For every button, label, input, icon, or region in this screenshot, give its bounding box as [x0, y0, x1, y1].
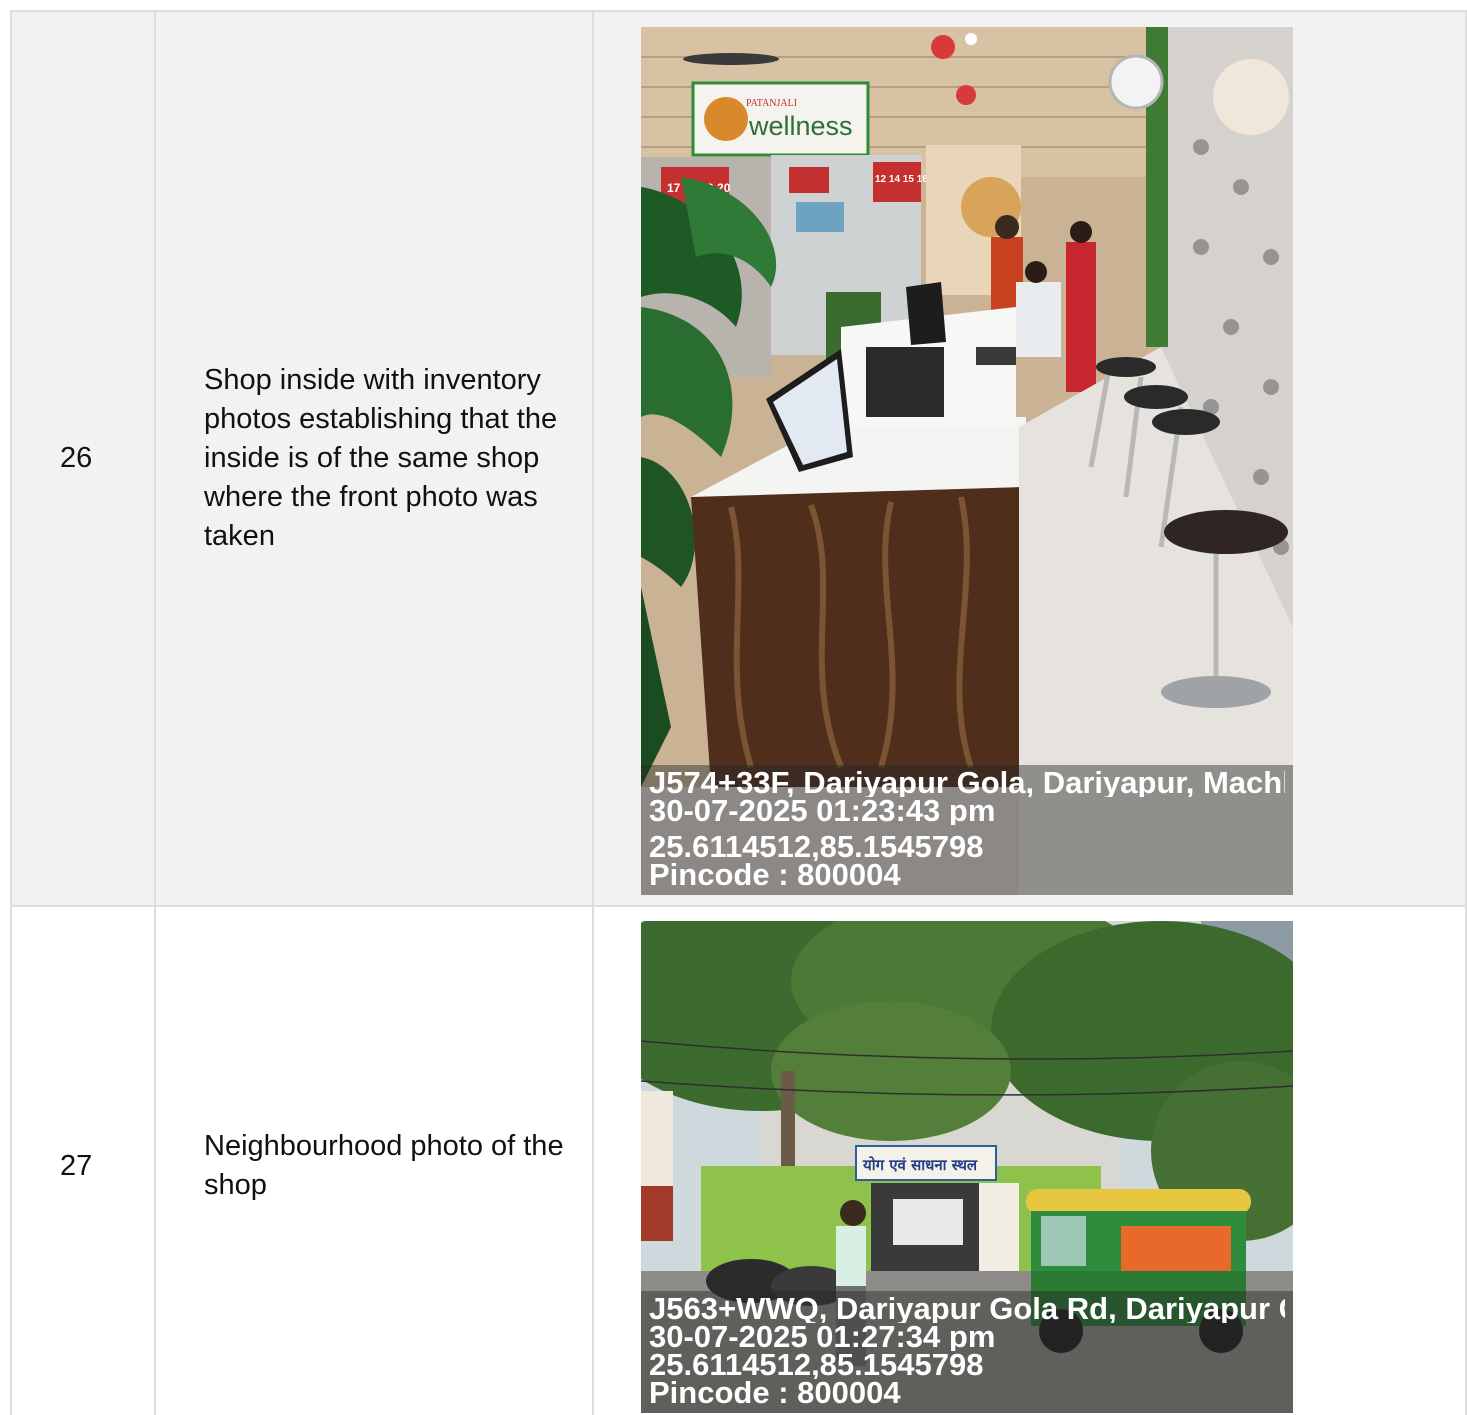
- geotag-coordinates: 25.6114512,85.1545798: [649, 1351, 984, 1379]
- geotag-coordinates: 25.6114512,85.1545798: [649, 833, 984, 861]
- evidence-table: 26 Shop inside with inventory photos est…: [10, 10, 1467, 1415]
- locker-numbers-right: 12 14 15 16: [875, 174, 928, 185]
- neighbourhood-photo[interactable]: योग एवं साधना स्थल J563+WWQ, Dariyapur G…: [641, 921, 1293, 1413]
- geotag-pincode: Pincode : 800004: [649, 1379, 901, 1407]
- geotag-address: J563+WWQ, Dariyapur Gola Rd, Dariyapur G: [649, 1295, 1285, 1323]
- row-number: 27: [10, 905, 156, 1415]
- document-page: 26 Shop inside with inventory photos est…: [0, 0, 1467, 1415]
- geotag-overlay: J574+33F, Dariyapur Gola, Dariyapur, Mac…: [641, 765, 1293, 895]
- table-row: 27 Neighbourhood photo of the shop योग ए…: [10, 905, 1467, 1415]
- sign-brand: PATANJALI: [746, 98, 797, 109]
- geotag-overlay: J563+WWQ, Dariyapur Gola Rd, Dariyapur G…: [641, 1291, 1293, 1413]
- row-description: Neighbourhood photo of the shop: [154, 905, 594, 1415]
- geotag-timestamp: 30-07-2025 01:23:43 pm: [649, 797, 996, 825]
- row-description: Shop inside with inventory photos establ…: [154, 10, 594, 907]
- yoga-sign-text: योग एवं साधना स्थल: [862, 1156, 978, 1174]
- geotag-address: J574+33F, Dariyapur Gola, Dariyapur, Mac…: [649, 769, 1285, 797]
- geotag-pincode: Pincode : 800004: [649, 861, 901, 889]
- table-row: 26 Shop inside with inventory photos est…: [10, 10, 1467, 907]
- sign-text: wellness: [748, 111, 853, 141]
- shop-interior-photo[interactable]: PATANJALI wellness 17 18 19 20: [641, 27, 1293, 895]
- photo-cell: PATANJALI wellness 17 18 19 20: [592, 10, 1467, 907]
- row-number: 26: [10, 10, 156, 907]
- geotag-timestamp: 30-07-2025 01:27:34 pm: [649, 1323, 996, 1351]
- photo-cell: योग एवं साधना स्थल J563+WWQ, Dariyapur G…: [592, 905, 1467, 1415]
